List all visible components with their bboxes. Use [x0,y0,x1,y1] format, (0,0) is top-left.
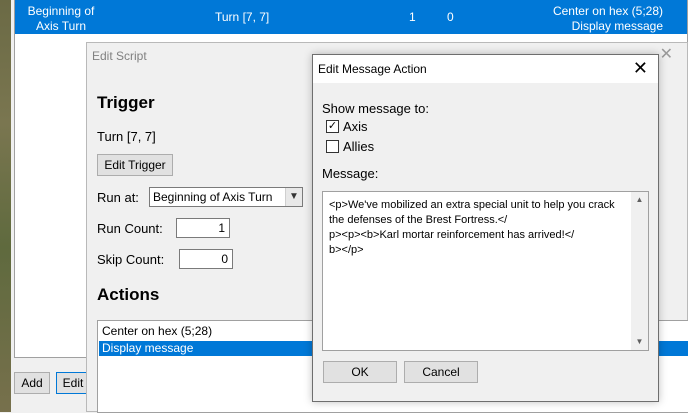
edit-trigger-button[interactable]: Edit Trigger [97,154,173,176]
row-action-line: Display message [571,19,663,33]
run-at-select[interactable]: Beginning of Axis Turn ▼ [149,187,303,207]
axis-checkbox[interactable]: ✓ [326,120,339,133]
row-run-count-cell: 1 [409,10,416,24]
map-edge-strip [0,0,11,412]
scroll-up-icon[interactable]: ▲ [631,192,648,208]
edit-message-dialog: Edit Message Action ✕ Show message to: ✓… [312,54,659,402]
vertical-scrollbar[interactable]: ▲ ▼ [631,192,648,350]
table-row[interactable]: Beginning of Axis Turn Turn [7, 7] 1 0 C… [15,0,687,34]
axis-label: Axis [343,119,368,134]
ok-button[interactable]: OK [323,361,397,383]
allies-checkbox[interactable] [326,140,339,153]
row-actions-cell: Center on hex (5;28) Display message [553,4,663,34]
dialog-title: Edit Script [92,49,147,63]
add-button[interactable]: Add [14,372,50,394]
checkmark-icon: ✓ [327,120,338,132]
allies-label: Allies [343,139,375,154]
run-count-label: Run Count: [97,221,163,236]
edit-button[interactable]: Edit [56,372,90,394]
run-count-input[interactable]: 1 [176,218,230,238]
trigger-heading: Trigger [97,93,155,112]
message-label: Message: [322,166,379,181]
run-at-value: Beginning of Axis Turn [153,190,273,204]
skip-count-input[interactable]: 0 [179,249,233,269]
skip-count-label: Skip Count: [97,252,165,267]
show-to-label: Show message to: [322,101,429,116]
cancel-button[interactable]: Cancel [404,361,478,383]
close-icon[interactable]: ✕ [633,59,648,77]
close-icon[interactable]: ✕ [660,47,673,63]
message-text: <p>We've mobilized an extra special unit… [329,199,615,256]
dialog-titlebar: Edit Message Action ✕ [313,55,658,83]
run-at-label: Run at: [97,190,139,205]
row-event-cell: Beginning of Axis Turn [27,4,95,33]
chevron-down-icon[interactable]: ▼ [285,188,302,206]
row-action-line: Center on hex (5;28) [552,4,663,18]
trigger-value: Turn [7, 7] [97,129,156,144]
message-textarea[interactable]: <p>We've mobilized an extra special unit… [322,191,649,351]
row-skip-count-cell: 0 [447,10,454,24]
actions-heading: Actions [97,285,160,304]
scroll-down-icon[interactable]: ▼ [631,334,648,350]
row-trigger-cell: Turn [7, 7] [215,10,270,24]
dialog-title: Edit Message Action [318,62,427,76]
